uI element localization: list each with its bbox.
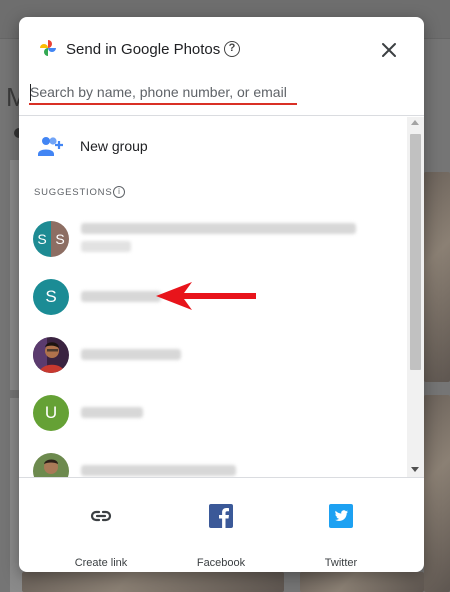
scroll-down-arrow-icon[interactable] — [411, 467, 419, 472]
scroll-up-arrow-icon[interactable] — [411, 120, 419, 125]
twitter-icon — [329, 504, 353, 528]
create-link-label: Create link — [74, 557, 128, 569]
twitter-label: Twitter — [324, 557, 358, 569]
dialog-title: Send in Google Photos — [66, 41, 221, 58]
contact-item[interactable]: S S — [19, 211, 407, 267]
avatar — [33, 337, 69, 373]
suggestions-heading: SUGGESTIONS — [34, 187, 113, 198]
annotation-arrow-icon — [156, 282, 256, 310]
help-circle-icon[interactable]: ? — [224, 41, 240, 57]
redacted-contact-name — [81, 291, 161, 302]
link-icon — [90, 510, 112, 522]
search-field[interactable] — [29, 81, 298, 105]
twitter-share-button[interactable]: Twitter — [291, 477, 391, 572]
facebook-icon — [209, 504, 233, 528]
profile-photo — [33, 337, 69, 373]
redacted-contact-name — [81, 465, 236, 476]
avatar: S S — [33, 221, 69, 257]
redacted-contact-name — [81, 223, 356, 234]
avatar: S — [33, 279, 69, 315]
background-photo — [300, 572, 424, 592]
scrollbar[interactable] — [407, 117, 424, 477]
group-add-icon — [38, 137, 63, 156]
search-underline — [29, 103, 297, 105]
avatar — [33, 453, 69, 477]
share-options: Create link Facebook Twitter — [19, 477, 424, 572]
close-icon[interactable] — [380, 41, 398, 59]
background-photo — [424, 172, 450, 382]
avatar: U — [33, 395, 69, 431]
contact-item[interactable] — [19, 327, 407, 383]
search-input[interactable] — [29, 81, 298, 103]
contact-item[interactable] — [19, 443, 407, 477]
redacted-contact-detail — [81, 241, 131, 252]
background-photo — [424, 395, 450, 592]
avatar-initial: S — [33, 221, 51, 257]
dialog-header: Send in Google Photos ? — [19, 17, 424, 83]
avatar-initial: S — [51, 221, 69, 257]
create-link-button[interactable]: Create link — [51, 477, 151, 572]
text-caret — [30, 84, 31, 101]
divider — [19, 115, 424, 116]
new-group-button[interactable]: New group — [19, 117, 407, 173]
redacted-contact-name — [81, 407, 143, 418]
profile-photo — [33, 453, 69, 477]
facebook-share-button[interactable]: Facebook — [171, 477, 271, 572]
google-photos-logo-icon — [40, 40, 56, 56]
scrollbar-thumb[interactable] — [410, 134, 421, 370]
contact-item[interactable]: U — [19, 385, 407, 441]
facebook-label: Facebook — [196, 557, 246, 569]
info-icon[interactable]: i — [113, 186, 125, 198]
redacted-contact-name — [81, 349, 181, 360]
background-photo — [22, 572, 284, 592]
new-group-label: New group — [80, 138, 148, 154]
